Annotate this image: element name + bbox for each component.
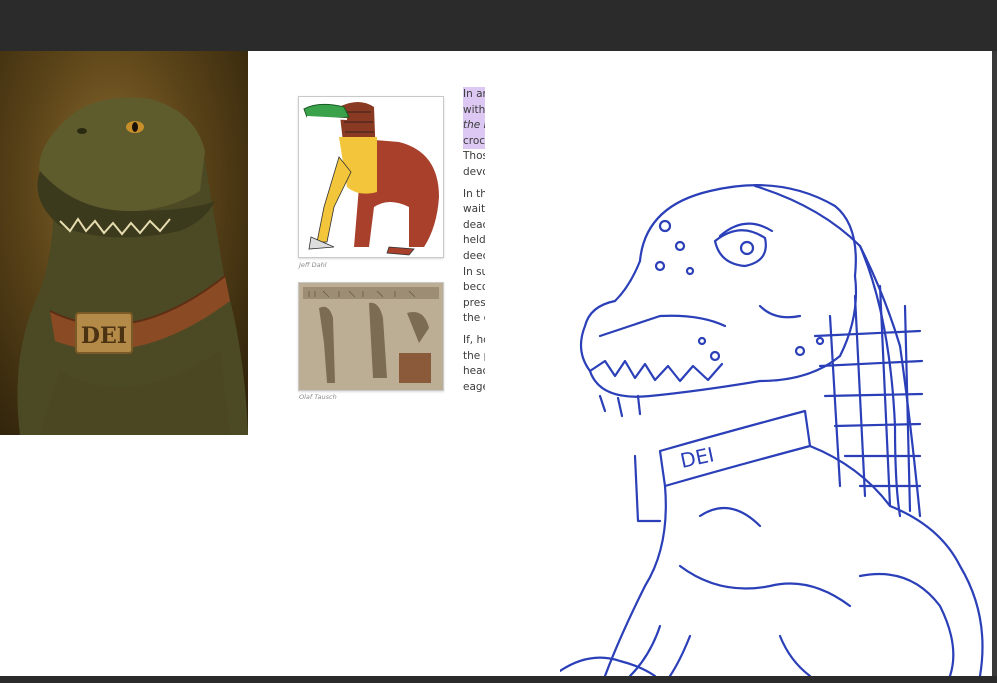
article-paragraph: In th waite deac held deec In su beco pr… xyxy=(463,187,485,327)
text-line: eage xyxy=(463,380,485,393)
crocodile-portrait-image: DEI xyxy=(0,51,248,435)
ammit-illustration-figure xyxy=(298,96,444,258)
text-line: devo xyxy=(463,165,485,178)
sketch-collar-text: DEI xyxy=(678,442,716,473)
bottom-bar xyxy=(0,676,997,683)
text-line: croc xyxy=(463,133,485,150)
article-paragraph: In an with the L croc Thos devo xyxy=(463,87,485,181)
article-paragraph: If, hc the p heac eage xyxy=(463,333,485,395)
text-line: In th xyxy=(463,187,485,200)
text-line: Thos xyxy=(463,150,485,163)
text-line: waite xyxy=(463,203,485,216)
text-line: beco xyxy=(463,281,485,294)
text-line: the p xyxy=(463,349,485,362)
text-line: heac xyxy=(463,365,485,378)
crocodile-sketch-drawing: DEI xyxy=(558,166,992,676)
portrait-collar-text: DEI xyxy=(81,323,127,349)
image-canvas[interactable]: DEI Jeff Dahl Olaf Tausch In a with the … xyxy=(0,51,992,676)
text-line: pres xyxy=(463,296,485,309)
text-line: deec xyxy=(463,249,485,262)
text-line: If, hc xyxy=(463,333,485,346)
text-line: the L xyxy=(463,118,485,134)
figure-caption: Jeff Dahl xyxy=(299,261,327,269)
text-line: In an xyxy=(463,87,485,103)
text-line: held xyxy=(463,234,485,247)
text-line: the c xyxy=(463,312,485,325)
egyptian-relief-photo xyxy=(298,282,444,391)
top-bar xyxy=(0,0,997,51)
vertical-scrollbar[interactable] xyxy=(992,51,997,676)
text-line: with xyxy=(463,102,485,119)
text-line: deac xyxy=(463,218,485,231)
figure-caption: Olaf Tausch xyxy=(299,393,337,401)
text-line: In su xyxy=(463,265,485,278)
article-text-column: In an with the L croc Thos devo In th wa… xyxy=(463,87,485,401)
